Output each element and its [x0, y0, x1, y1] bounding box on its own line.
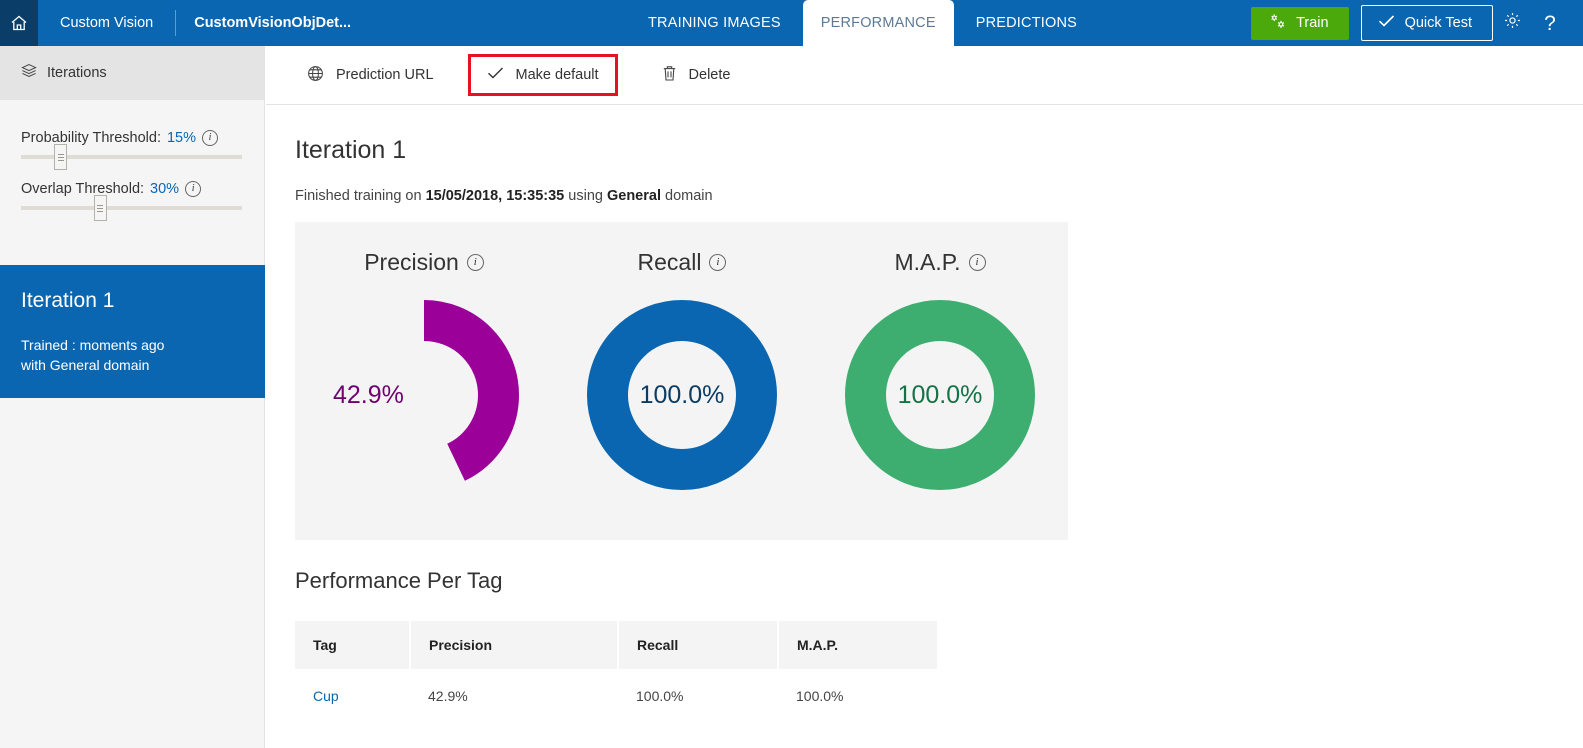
table-row: Cup 42.9% 100.0% 100.0% — [295, 669, 937, 723]
cell-map: 100.0% — [778, 669, 937, 723]
column-header-precision: Precision — [410, 621, 618, 669]
main-tabs: TRAINING IMAGES PERFORMANCE PREDICTIONS — [630, 0, 1095, 46]
metric-precision-title: Precision i — [364, 249, 484, 276]
info-icon[interactable]: i — [202, 130, 218, 146]
overlap-threshold-value: 30% — [150, 181, 179, 197]
layers-icon — [21, 63, 37, 84]
table-header-row: Tag Precision Recall M.A.P. — [295, 621, 937, 669]
overlap-threshold-label: Overlap Threshold: 30% i — [21, 181, 242, 197]
question-mark-icon: ? — [1544, 13, 1556, 34]
trash-icon — [662, 65, 677, 86]
sidebar-header-label: Iterations — [47, 65, 107, 81]
cell-recall: 100.0% — [618, 669, 778, 723]
make-default-label: Make default — [516, 67, 599, 83]
iteration-card-domain: with General domain — [21, 355, 243, 375]
finished-mid: using — [564, 188, 607, 204]
top-navigation-bar: Custom Vision CustomVisionObjDet... TRAI… — [0, 0, 1583, 46]
page-title: Iteration 1 — [266, 105, 1583, 165]
map-donut-chart: 100.0% — [845, 300, 1035, 490]
probability-threshold-label-text: Probability Threshold: — [21, 130, 161, 146]
info-icon[interactable]: i — [185, 181, 201, 197]
metric-recall-title: Recall i — [638, 249, 727, 276]
delete-label: Delete — [689, 67, 731, 83]
column-header-recall: Recall — [618, 621, 778, 669]
prediction-url-button[interactable]: Prediction URL — [293, 55, 448, 95]
metric-precision-label: Precision — [364, 249, 459, 276]
finished-date: 15/05/2018, 15:35:35 — [426, 188, 565, 204]
make-default-button[interactable]: Make default — [468, 54, 618, 96]
tab-predictions[interactable]: PREDICTIONS — [958, 0, 1095, 46]
tab-performance[interactable]: PERFORMANCE — [803, 0, 954, 46]
finished-suffix: domain — [661, 188, 713, 204]
help-button[interactable]: ? — [1531, 0, 1569, 46]
sidebar-item-iteration-1[interactable]: Iteration 1 Trained : moments ago with G… — [0, 265, 265, 398]
metric-map-title: M.A.P. i — [894, 249, 985, 276]
iteration-toolbar: Prediction URL Make default Delete — [266, 46, 1583, 105]
brand-label[interactable]: Custom Vision — [38, 15, 153, 31]
probability-threshold-value: 15% — [167, 130, 196, 146]
checkmark-icon — [487, 66, 504, 84]
metric-recall-label: Recall — [638, 249, 702, 276]
brand-divider — [175, 10, 176, 36]
iteration-card-trained: Trained : moments ago — [21, 335, 243, 355]
home-icon — [9, 13, 29, 33]
metric-map-label: M.A.P. — [894, 249, 960, 276]
precision-donut-chart: 42.9% — [329, 300, 519, 490]
overlap-threshold-slider[interactable] — [21, 206, 242, 210]
probability-threshold-thumb[interactable] — [54, 144, 67, 170]
iteration-card-title: Iteration 1 — [21, 289, 243, 313]
overlap-threshold-label-text: Overlap Threshold: — [21, 181, 144, 197]
quick-test-button-label: Quick Test — [1405, 15, 1472, 31]
probability-threshold-slider[interactable] — [21, 155, 242, 159]
globe-icon — [307, 65, 324, 86]
finished-prefix: Finished training on — [295, 188, 426, 204]
recall-donut-chart: 100.0% — [587, 300, 777, 490]
column-header-map: M.A.P. — [778, 621, 937, 669]
map-value-label: 100.0% — [845, 300, 1035, 490]
main-content: Iteration 1 Finished training on 15/05/2… — [266, 105, 1583, 748]
tab-training-images[interactable]: TRAINING IMAGES — [630, 0, 799, 46]
delete-button[interactable]: Delete — [648, 55, 745, 95]
info-icon[interactable]: i — [467, 254, 484, 271]
project-name-label[interactable]: CustomVisionObjDet... — [194, 15, 351, 31]
finished-domain: General — [607, 188, 661, 204]
metric-map: M.A.P. i 100.0% — [811, 222, 1069, 540]
home-button[interactable] — [0, 0, 38, 46]
metric-recall: Recall i 100.0% — [553, 222, 811, 540]
tag-link-cup[interactable]: Cup — [313, 688, 339, 704]
cell-precision: 42.9% — [410, 669, 618, 723]
info-icon[interactable]: i — [709, 254, 726, 271]
topbar-actions: Train Quick Test ? — [1251, 0, 1583, 46]
info-icon[interactable]: i — [969, 254, 986, 271]
train-button[interactable]: Train — [1251, 7, 1349, 40]
overlap-threshold-thumb[interactable] — [94, 195, 107, 221]
gears-icon — [1265, 13, 1286, 33]
left-sidebar: Iterations Probability Threshold: 15% i … — [0, 46, 265, 748]
performance-per-tag-table: Tag Precision Recall M.A.P. Cup 42.9% 10… — [295, 621, 937, 723]
quick-test-button[interactable]: Quick Test — [1361, 5, 1493, 41]
metric-precision: Precision i 42.9% — [295, 222, 553, 540]
training-summary: Finished training on 15/05/2018, 15:35:3… — [266, 165, 1583, 204]
sidebar-header: Iterations — [0, 46, 264, 100]
checkmark-icon — [1378, 14, 1395, 32]
metrics-panel: Precision i 42.9% Recall i — [295, 222, 1068, 540]
column-header-tag: Tag — [295, 621, 410, 669]
recall-value-label: 100.0% — [587, 300, 777, 490]
prediction-url-label: Prediction URL — [336, 67, 434, 83]
train-button-label: Train — [1296, 15, 1329, 31]
gear-icon — [1503, 11, 1522, 35]
precision-value-label: 42.9% — [329, 300, 519, 490]
cell-tag: Cup — [295, 669, 410, 723]
threshold-sliders: Probability Threshold: 15% i Overlap Thr… — [0, 100, 264, 210]
settings-button[interactable] — [1493, 0, 1531, 46]
section-title-performance-per-tag: Performance Per Tag — [295, 568, 502, 594]
